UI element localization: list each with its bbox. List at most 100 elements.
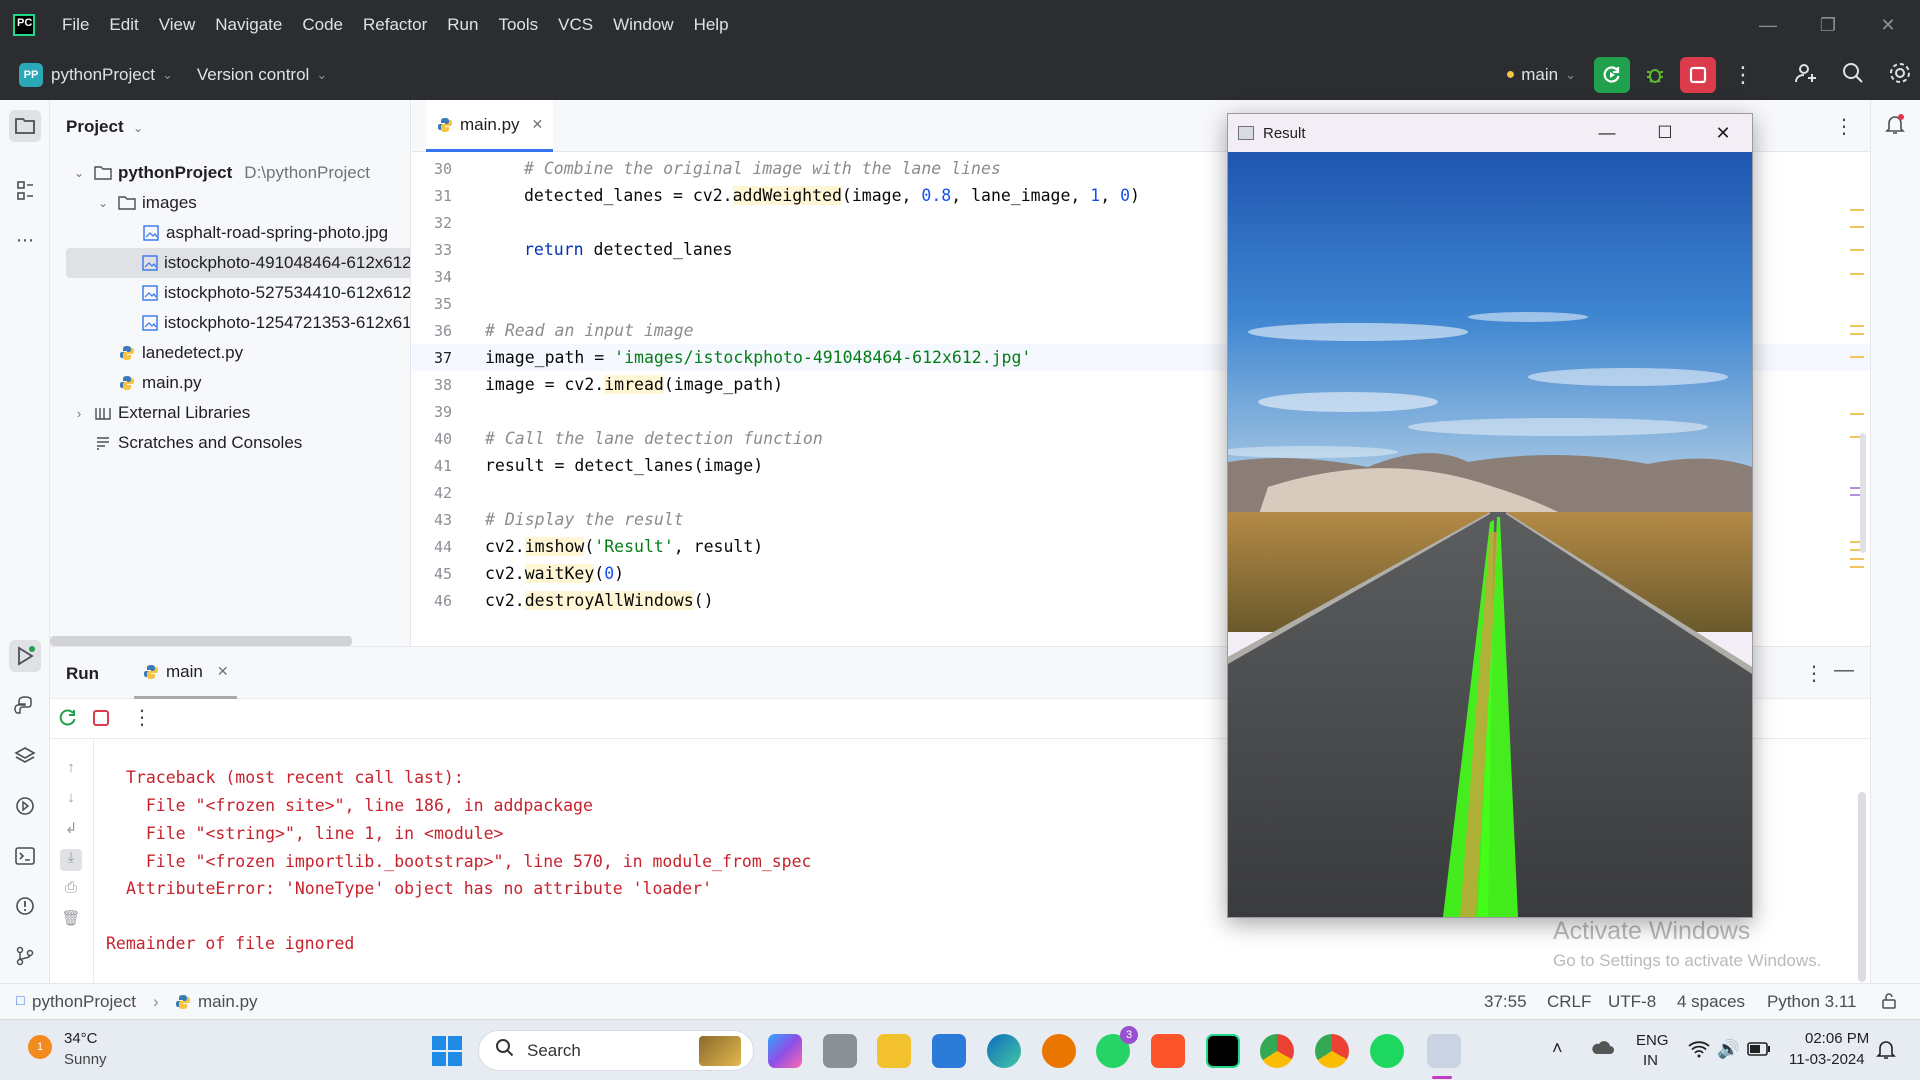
warning-marker[interactable] <box>1850 566 1864 568</box>
blender-icon[interactable] <box>1042 1034 1076 1068</box>
tree-file-image[interactable]: istockphoto-527534410-612x612.jpg <box>50 278 410 308</box>
project-panel-title[interactable]: Project <box>66 117 124 137</box>
breadcrumb-project[interactable]: pythonProject <box>32 992 136 1012</box>
task-view-icon[interactable] <box>823 1034 857 1068</box>
more-options-icon[interactable]: ⋮ <box>1804 661 1824 686</box>
breadcrumb-file[interactable]: main.py <box>198 992 258 1012</box>
warning-marker[interactable] <box>1850 558 1864 560</box>
python-packages-icon[interactable] <box>9 690 41 722</box>
menu-edit[interactable]: Edit <box>109 15 138 35</box>
edge-browser-icon[interactable] <box>987 1034 1021 1068</box>
minimize-icon[interactable]: — <box>1578 123 1636 143</box>
weather-desc[interactable]: Sunny <box>64 1051 107 1068</box>
run-tool-icon[interactable] <box>9 640 41 672</box>
maximize-icon[interactable]: ☐ <box>1636 123 1694 143</box>
chrome-profile-icon[interactable] <box>1315 1034 1349 1068</box>
close-tab-icon[interactable]: ✕ <box>532 116 544 133</box>
taskbar-search[interactable]: Search <box>478 1030 754 1071</box>
menu-tools[interactable]: Tools <box>498 15 538 35</box>
notifications-bell-icon[interactable] <box>1883 112 1907 141</box>
print-icon[interactable]: ⎙ <box>60 879 82 901</box>
layers-icon[interactable] <box>9 740 41 772</box>
weather-temp[interactable]: 34°C <box>64 1030 98 1047</box>
settings-gear-icon[interactable] <box>1888 61 1912 90</box>
tree-file-python[interactable]: lanedetect.py <box>50 338 410 368</box>
scroll-to-end-icon[interactable]: ⤓ <box>60 849 82 871</box>
trash-icon[interactable]: 🗑 <box>60 909 82 931</box>
indent-settings[interactable]: 4 spaces <box>1677 992 1745 1012</box>
warning-marker[interactable] <box>1850 273 1864 275</box>
clock-time[interactable]: 02:06 PM <box>1805 1030 1869 1047</box>
terminal-icon[interactable] <box>9 840 41 872</box>
lock-open-icon[interactable] <box>1880 992 1898 1015</box>
soft-wrap-icon[interactable]: ↲ <box>60 819 82 841</box>
editor-vscrollbar[interactable] <box>1860 433 1866 553</box>
menu-help[interactable]: Help <box>694 15 729 35</box>
python-interpreter[interactable]: Python 3.11 <box>1767 992 1856 1012</box>
brave-browser-icon[interactable] <box>1151 1034 1185 1068</box>
tree-external-libraries[interactable]: › External Libraries <box>50 398 410 428</box>
debug-button[interactable] <box>1637 57 1673 93</box>
close-icon[interactable]: ✕ <box>1694 123 1752 144</box>
close-tab-icon[interactable]: ✕ <box>217 663 229 680</box>
windows-start-icon[interactable] <box>432 1036 462 1066</box>
stop-button[interactable] <box>1680 57 1716 93</box>
structure-tool-icon[interactable] <box>9 175 41 207</box>
chrome-icon[interactable] <box>1260 1034 1294 1068</box>
result-image-window[interactable]: Result — ☐ ✕ <box>1227 113 1753 918</box>
stop-icon[interactable] <box>92 709 110 732</box>
python-taskbar-icon[interactable] <box>1427 1034 1461 1068</box>
minimize-icon[interactable]: — <box>1738 15 1798 36</box>
file-encoding[interactable]: UTF-8 <box>1608 992 1656 1012</box>
tree-file-python[interactable]: main.py <box>50 368 410 398</box>
hide-panel-icon[interactable]: — <box>1834 659 1854 682</box>
chevron-up-icon[interactable]: ˄ <box>1552 1038 1563 1059</box>
clock-date[interactable]: 11-03-2024 <box>1789 1051 1865 1068</box>
tree-scratches[interactable]: Scratches and Consoles <box>50 428 410 458</box>
pycharm-taskbar-icon[interactable] <box>1206 1034 1240 1068</box>
more-tools-icon[interactable]: ⋯ <box>9 224 41 256</box>
arrow-down-icon[interactable]: ↓ <box>60 789 82 811</box>
tree-root[interactable]: ⌄ pythonProject D:\pythonProject <box>50 158 410 188</box>
project-tool-icon[interactable] <box>9 110 41 142</box>
onedrive-cloud-icon[interactable] <box>1590 1038 1614 1061</box>
chevron-down-icon[interactable]: ⌄ <box>94 194 112 212</box>
menu-code[interactable]: Code <box>302 15 343 35</box>
menu-vcs[interactable]: VCS <box>558 15 593 35</box>
caret-position[interactable]: 37:55 <box>1484 992 1527 1012</box>
code-with-me-icon[interactable] <box>1794 61 1818 90</box>
menu-refactor[interactable]: Refactor <box>363 15 427 35</box>
line-separator[interactable]: CRLF <box>1547 992 1591 1012</box>
battery-icon[interactable] <box>1747 1041 1771 1061</box>
project-widget[interactable]: pythonProject <box>51 65 155 85</box>
menu-run[interactable]: Run <box>447 15 478 35</box>
rerun-button[interactable] <box>1594 57 1630 93</box>
menu-view[interactable]: View <box>159 15 196 35</box>
more-actions-icon[interactable]: ⋮ <box>132 705 152 730</box>
microsoft-store-icon[interactable] <box>932 1034 966 1068</box>
warning-marker[interactable] <box>1850 356 1864 358</box>
copilot-icon[interactable] <box>768 1034 802 1068</box>
whatsapp-icon[interactable]: 3 <box>1096 1026 1138 1068</box>
chevron-down-icon[interactable]: ⌄ <box>133 121 143 135</box>
chevron-down-icon[interactable]: ⌄ <box>70 164 88 182</box>
tab-main-py[interactable]: main.py ✕ <box>426 100 554 152</box>
warning-marker[interactable] <box>1850 249 1864 251</box>
git-branch-icon[interactable] <box>9 940 41 972</box>
notification-bell-icon[interactable] <box>1876 1038 1896 1065</box>
search-icon[interactable] <box>1842 62 1864 89</box>
run-tab-main[interactable]: main ✕ <box>134 647 237 699</box>
tree-file-image-selected[interactable]: istockphoto-491048464-612x612.jpg <box>66 248 410 278</box>
warning-marker[interactable] <box>1850 325 1864 327</box>
weather-icon[interactable]: 1 <box>28 1035 52 1059</box>
close-icon[interactable]: ✕ <box>1858 15 1918 36</box>
warning-marker[interactable] <box>1850 413 1864 415</box>
tree-folder-images[interactable]: ⌄ images <box>50 188 410 218</box>
wifi-icon[interactable] <box>1688 1040 1710 1063</box>
rerun-icon[interactable] <box>58 708 78 733</box>
spotify-icon[interactable] <box>1370 1034 1404 1068</box>
services-icon[interactable] <box>9 790 41 822</box>
console-vscrollbar[interactable] <box>1858 792 1866 982</box>
run-config-selector[interactable]: main <box>1521 65 1558 85</box>
arrow-up-icon[interactable]: ↑ <box>60 759 82 781</box>
